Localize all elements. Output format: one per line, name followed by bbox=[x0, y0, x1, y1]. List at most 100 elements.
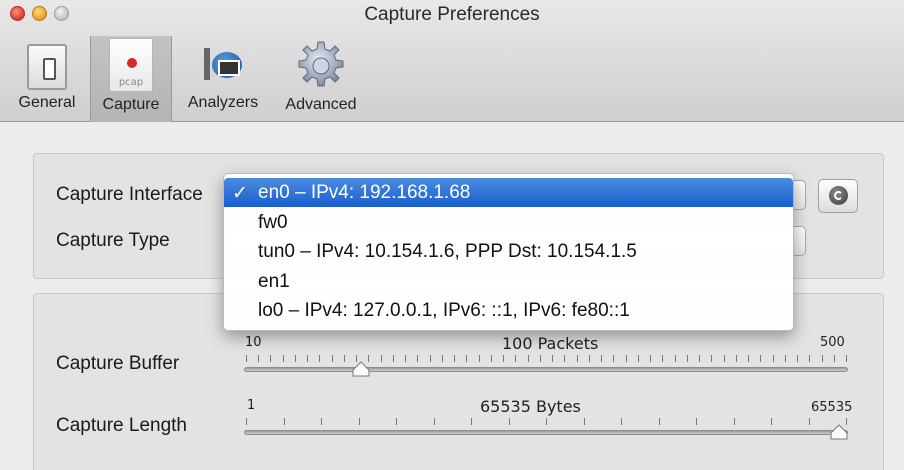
length-ticks bbox=[246, 418, 847, 426]
slider-tick bbox=[258, 355, 259, 362]
slider-tick bbox=[846, 355, 847, 362]
slider-tick bbox=[696, 418, 697, 425]
slider-tick bbox=[546, 418, 547, 425]
refresh-interfaces-button[interactable] bbox=[818, 179, 858, 213]
capture-interface-menu: ✓ en0 – IPv4: 192.168.1.68 fw0 tun0 – IP… bbox=[223, 173, 794, 331]
toolbar-analyzers[interactable]: Analyzers bbox=[180, 38, 266, 112]
slider-tick bbox=[662, 355, 663, 362]
slider-tick bbox=[344, 355, 345, 362]
slider-tick bbox=[393, 355, 394, 362]
buffer-slider-thumb[interactable] bbox=[352, 361, 370, 377]
slider-tick bbox=[809, 355, 810, 362]
slider-tick bbox=[434, 418, 435, 425]
length-slider-track[interactable] bbox=[244, 430, 848, 435]
menu-item-lo0[interactable]: lo0 – IPv4: 127.0.0.1, IPv6: ::1, IPv6: … bbox=[224, 296, 793, 325]
length-value-label: 65535 Bytes bbox=[480, 397, 581, 416]
slider-tick bbox=[626, 355, 627, 362]
capture-length-label: Capture Length bbox=[56, 415, 187, 436]
switch-icon bbox=[27, 44, 67, 90]
menu-item-label: lo0 – IPv4: 127.0.0.1, IPv6: ::1, IPv6: … bbox=[258, 300, 630, 321]
pcap-document-icon: pcap bbox=[109, 38, 153, 92]
slider-tick bbox=[396, 418, 397, 425]
slider-tick bbox=[773, 355, 774, 362]
slider-tick bbox=[515, 355, 516, 362]
toolbar-analyzers-label: Analyzers bbox=[187, 94, 259, 111]
slider-tick bbox=[589, 355, 590, 362]
toolbar-general[interactable]: General bbox=[12, 38, 82, 112]
slider-tick bbox=[601, 355, 602, 362]
slider-tick bbox=[284, 418, 285, 425]
capture-buffer-label: Capture Buffer bbox=[56, 353, 180, 374]
slider-tick bbox=[332, 355, 333, 362]
slider-tick bbox=[577, 355, 578, 362]
slider-tick bbox=[430, 355, 431, 362]
slider-tick bbox=[564, 355, 565, 362]
slider-tick bbox=[319, 355, 320, 362]
toolbar-capture[interactable]: pcap Capture bbox=[90, 36, 172, 122]
slider-tick bbox=[785, 355, 786, 362]
menu-item-en0[interactable]: ✓ en0 – IPv4: 192.168.1.68 bbox=[224, 178, 793, 207]
slider-tick bbox=[699, 355, 700, 362]
menu-item-label: fw0 bbox=[258, 212, 288, 233]
slider-tick bbox=[295, 355, 296, 362]
record-dot-icon bbox=[127, 58, 137, 68]
slider-tick bbox=[675, 355, 676, 362]
slider-tick bbox=[540, 355, 541, 362]
slider-tick bbox=[736, 355, 737, 362]
slider-tick bbox=[834, 355, 835, 362]
menu-item-fw0[interactable]: fw0 bbox=[224, 208, 793, 237]
slider-tick bbox=[734, 418, 735, 425]
slider-tick bbox=[417, 355, 418, 362]
slider-tick bbox=[283, 355, 284, 362]
slider-tick bbox=[687, 355, 688, 362]
menu-item-en1[interactable]: en1 bbox=[224, 267, 793, 296]
slider-tick bbox=[246, 418, 247, 425]
slider-tick bbox=[307, 355, 308, 362]
checkmark-icon: ✓ bbox=[232, 183, 248, 204]
slider-tick bbox=[503, 355, 504, 362]
capture-type-label: Capture Type bbox=[56, 230, 170, 251]
length-min-label: 1 bbox=[247, 398, 256, 413]
slider-tick bbox=[405, 355, 406, 362]
slider-tick bbox=[479, 355, 480, 362]
slider-tick bbox=[650, 355, 651, 362]
slider-tick bbox=[659, 418, 660, 425]
slider-tick bbox=[552, 355, 553, 362]
toolbar-advanced[interactable]: Advanced bbox=[278, 38, 364, 114]
slider-tick bbox=[491, 355, 492, 362]
menu-item-label: en0 – IPv4: 192.168.1.68 bbox=[258, 182, 471, 203]
titlebar: Capture Preferences General pcap Capture… bbox=[0, 0, 904, 122]
slider-tick bbox=[528, 355, 529, 362]
refresh-icon bbox=[829, 186, 848, 205]
slider-tick bbox=[638, 355, 639, 362]
gear-icon bbox=[295, 40, 347, 92]
buffer-value-label: 100 Packets bbox=[502, 334, 599, 353]
slider-tick bbox=[359, 418, 360, 425]
buffer-max-label: 500 bbox=[820, 335, 845, 350]
slider-tick bbox=[621, 418, 622, 425]
slider-tick bbox=[809, 418, 810, 425]
menu-item-tun0[interactable]: tun0 – IPv4: 10.154.1.6, PPP Dst: 10.154… bbox=[224, 237, 793, 266]
slider-tick bbox=[613, 355, 614, 362]
slider-tick bbox=[246, 355, 247, 362]
slider-tick bbox=[724, 355, 725, 362]
window-title: Capture Preferences bbox=[364, 4, 540, 25]
toolbar-general-label: General bbox=[18, 94, 76, 111]
slider-tick bbox=[442, 355, 443, 362]
slider-tick bbox=[466, 355, 467, 362]
buffer-slider-track[interactable] bbox=[244, 367, 848, 372]
analyzers-icon bbox=[200, 44, 246, 90]
pcap-icon-text: pcap bbox=[118, 77, 144, 88]
slider-tick bbox=[321, 418, 322, 425]
length-slider-thumb[interactable] bbox=[830, 424, 848, 440]
slider-tick bbox=[270, 355, 271, 362]
slider-tick bbox=[797, 355, 798, 362]
slider-tick bbox=[771, 418, 772, 425]
slider-tick bbox=[509, 418, 510, 425]
slider-tick bbox=[584, 418, 585, 425]
toolbar-capture-label: Capture bbox=[102, 96, 160, 113]
length-max-label: 65535 bbox=[811, 400, 853, 415]
capture-interface-label: Capture Interface bbox=[56, 184, 203, 205]
slider-tick bbox=[760, 355, 761, 362]
buffer-min-label: 10 bbox=[245, 335, 262, 350]
